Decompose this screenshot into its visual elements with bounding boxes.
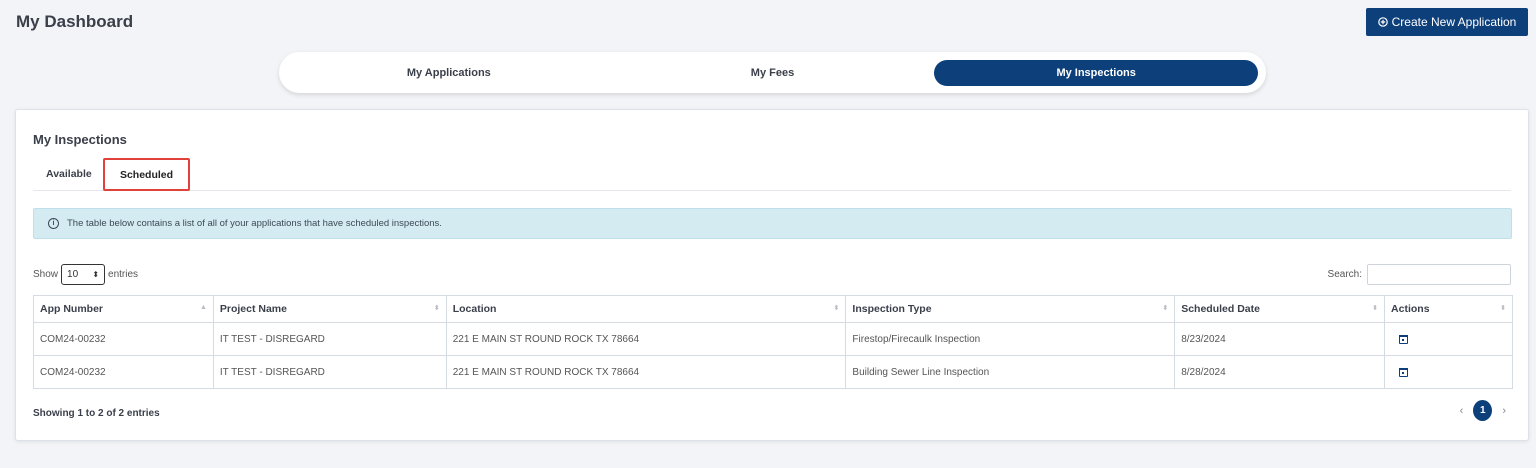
column-header-location[interactable]: Location ⬍ xyxy=(445,295,847,323)
card-title: My Inspections xyxy=(33,132,127,147)
cell-location: 221 E MAIN ST ROUND ROCK TX 78664 xyxy=(445,322,847,356)
calendar-icon[interactable] xyxy=(1399,368,1409,377)
plus-circle-icon xyxy=(1377,17,1388,27)
sub-tab-available[interactable]: Available xyxy=(46,168,92,180)
cell-inspection-type: Building Sewer Line Inspection xyxy=(845,355,1176,389)
column-header-inspection-type[interactable]: Inspection Type ⬍ xyxy=(845,295,1176,323)
sort-icon: ⬍ xyxy=(1372,305,1379,312)
table-row: COM24-00232 IT TEST - DISREGARD 221 E MA… xyxy=(33,322,1513,356)
cell-project-name: IT TEST - DISREGARD xyxy=(212,322,447,356)
search-input[interactable] xyxy=(1367,264,1511,285)
cell-location: 221 E MAIN ST ROUND ROCK TX 78664 xyxy=(445,355,847,389)
info-message: The table below contains a list of all o… xyxy=(67,218,442,229)
entries-label: entries xyxy=(108,269,139,280)
column-label: Location xyxy=(452,303,497,315)
column-label: Scheduled Date xyxy=(1181,303,1260,315)
sort-icon: ▲ xyxy=(199,304,207,311)
cell-inspection-type: Firestop/Firecaulk Inspection xyxy=(845,322,1176,356)
tab-my-applications[interactable]: My Applications xyxy=(287,60,611,86)
column-label: Project Name xyxy=(219,303,287,315)
column-header-actions[interactable]: Actions ⬍ xyxy=(1384,295,1513,323)
create-new-application-label: Create New Application xyxy=(1391,15,1517,29)
page-title: My Dashboard xyxy=(16,12,134,31)
sort-icon: ⬍ xyxy=(1162,305,1169,312)
tab-my-inspections[interactable]: My Inspections xyxy=(934,59,1259,86)
sort-icon: ⬍ xyxy=(1500,305,1506,312)
search-label: Search: xyxy=(1327,269,1362,280)
entries-select-value: 10 xyxy=(67,269,79,280)
select-arrows-icon: ⬍ xyxy=(92,270,100,279)
entries-length-control: Show 10 ⬍ entries xyxy=(33,264,138,285)
pagination: ‹ 1 › xyxy=(1460,400,1506,421)
cell-scheduled-date: 8/23/2024 xyxy=(1174,322,1386,356)
dashboard-tabs: My Applications My Fees My Inspections xyxy=(279,52,1266,93)
entries-select[interactable]: 10 ⬍ xyxy=(61,264,106,285)
column-label: Inspection Type xyxy=(852,303,932,315)
inspection-sub-tabs: Available Scheduled xyxy=(33,158,1511,191)
column-label: Actions xyxy=(1391,303,1430,315)
tab-my-fees[interactable]: My Fees xyxy=(611,60,935,86)
cell-project-name: IT TEST - DISREGARD xyxy=(212,355,447,389)
cell-app-number: COM24-00232 xyxy=(33,355,214,389)
table-info: Showing 1 to 2 of 2 entries xyxy=(33,408,160,419)
cell-scheduled-date: 8/28/2024 xyxy=(1174,355,1386,389)
info-alert: i The table below contains a list of all… xyxy=(33,208,1512,239)
search-control: Search: xyxy=(1328,264,1511,285)
table-row: COM24-00232 IT TEST - DISREGARD 221 E MA… xyxy=(33,355,1513,389)
table-header-row: App Number ▲ Project Name ⬍ Location ⬍ Insp… xyxy=(33,295,1513,323)
cell-actions xyxy=(1384,355,1513,389)
column-header-scheduled-date[interactable]: Scheduled Date ⬍ xyxy=(1174,295,1386,323)
show-label: Show xyxy=(33,269,59,280)
info-circle-icon: i xyxy=(48,218,59,229)
create-new-application-button[interactable]: Create New Application xyxy=(1366,8,1528,36)
next-page-button[interactable]: › xyxy=(1502,405,1506,417)
sort-icon: ⬍ xyxy=(833,305,840,312)
cell-app-number: COM24-00232 xyxy=(33,322,214,356)
column-header-project-name[interactable]: Project Name ⬍ xyxy=(212,295,447,323)
previous-page-button[interactable]: ‹ xyxy=(1460,405,1464,417)
page-button-1[interactable]: 1 xyxy=(1473,400,1493,421)
cell-actions xyxy=(1384,322,1513,356)
inspections-table: App Number ▲ Project Name ⬍ Location ⬍ Insp… xyxy=(33,295,1513,389)
inspections-card: My Inspections Available Scheduled i The… xyxy=(15,109,1529,441)
calendar-icon[interactable] xyxy=(1399,335,1409,344)
column-label: App Number xyxy=(40,303,103,315)
sort-icon: ⬍ xyxy=(433,305,440,312)
column-header-app-number[interactable]: App Number ▲ xyxy=(33,295,214,323)
sub-tab-scheduled[interactable]: Scheduled xyxy=(103,158,190,191)
